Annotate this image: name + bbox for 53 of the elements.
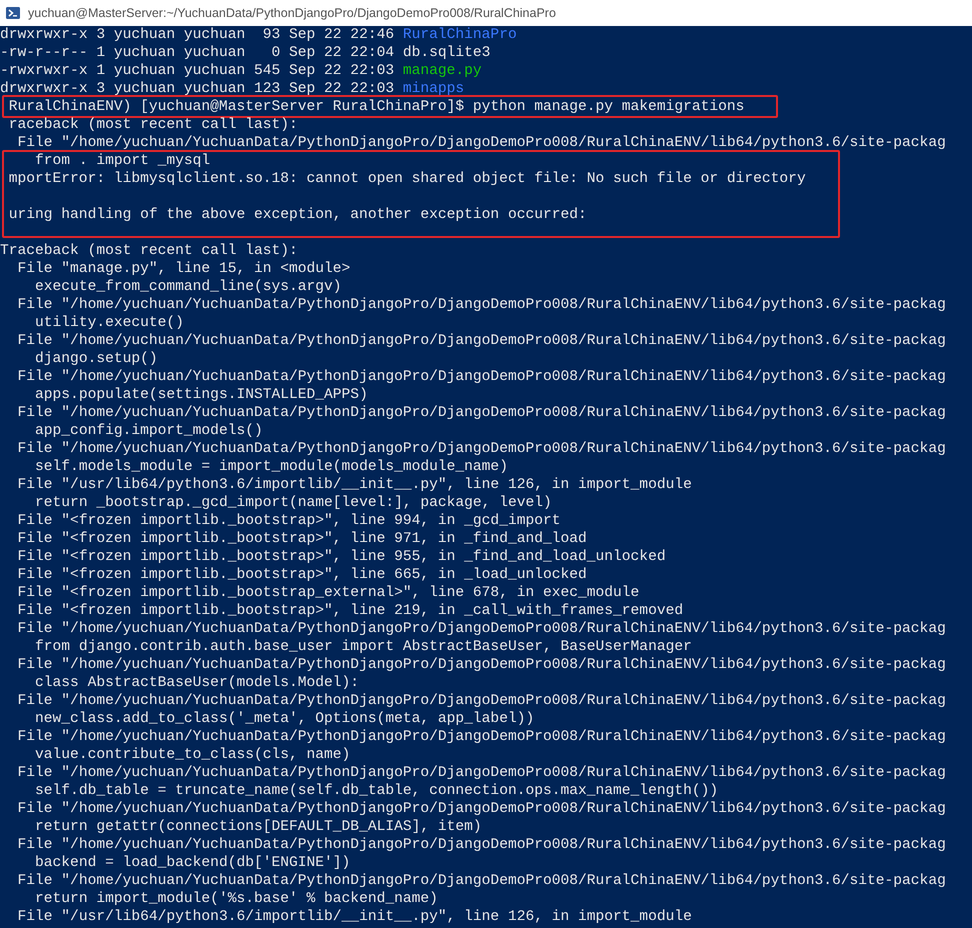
terminal-text: File "/home/yuchuan/YuchuanData/PythonDjangoPro/DjangoDemoPro008/RuralChinaENV/lib64/python3.6/site-packag [16,135,946,151]
terminal-text: File "/usr/lib64/python3.6/importlib/__init__.py", line 126, in import_module [16,477,692,493]
terminal-text: return _bootstrap._gcd_import(name[level:], package, level) [34,495,552,511]
terminal-text: File "/home/yuchuan/YuchuanData/PythonDjangoPro/DjangoDemoPro008/RuralChinaENV/lib64/python3.6/site-packag [16,873,946,889]
terminal-text: apps.populate(settings.INSTALLED_APPS) [34,387,368,403]
terminal-text: value.contribute_to_class(cls, name) [34,747,350,763]
terminal-text: Traceback (most recent call last): [0,243,298,259]
terminal-text: File "<frozen importlib._bootstrap>", line 219, in _call_with_frames_removed [16,603,684,619]
terminal-text: File "/home/yuchuan/YuchuanData/PythonDjangoPro/DjangoDemoPro008/RuralChinaENV/lib64/python3.6/site-packag [16,405,946,421]
terminal-text: self.db_table = truncate_name(self.db_table, connection.ops.max_name_length()) [34,783,718,799]
terminal-text: class AbstractBaseUser(models.Model): [34,675,360,691]
terminal-text: File "/home/yuchuan/YuchuanData/PythonDjangoPro/DjangoDemoPro008/RuralChinaENV/lib64/python3.6/site-packag [16,729,946,745]
terminal-text: File "/home/yuchuan/YuchuanData/PythonDjangoPro/DjangoDemoPro008/RuralChinaENV/lib64/python3.6/site-packag [16,693,946,709]
terminal-text: django.setup() [34,351,158,367]
terminal-text: File "manage.py", line 15, in <module> [16,261,350,277]
terminal-text: File "/home/yuchuan/YuchuanData/PythonDjangoPro/DjangoDemoPro008/RuralChinaENV/lib64/python3.6/site-packag [16,441,946,457]
terminal-icon [6,6,20,20]
terminal-text: execute_from_command_line(sys.argv) [34,279,342,295]
terminal-text: utility.execute() [34,315,184,331]
terminal-text: File "<frozen importlib._bootstrap>", line 971, in _find_and_load [16,531,587,547]
terminal-text: -rwxrwxr-x 1 yuchuan yuchuan 545 Sep 22 22:03 [0,63,396,79]
terminal-text: app_config.import_models() [34,423,263,439]
terminal-text: from . import _mysql [34,153,210,169]
terminal-text: File "/home/yuchuan/YuchuanData/PythonDjangoPro/DjangoDemoPro008/RuralChinaENV/lib64/python3.6/site-packag [16,837,946,853]
file-name: RuralChinaPro [402,27,517,43]
terminal-text: File "/home/yuchuan/YuchuanData/PythonDjangoPro/DjangoDemoPro008/RuralChinaENV/lib64/python3.6/site-packag [16,621,946,637]
terminal-text: File "/home/yuchuan/YuchuanData/PythonDjangoPro/DjangoDemoPro008/RuralChinaENV/lib64/python3.6/site-packag [16,801,946,817]
terminal-text: File "/home/yuchuan/YuchuanData/PythonDjangoPro/DjangoDemoPro008/RuralChinaENV/lib64/python3.6/site-packag [16,297,946,313]
terminal-text: RuralChinaENV) [yuchuan@MasterServer RuralChinaPro]$ python manage.py makemigrations [8,99,744,115]
terminal-text: File "/home/yuchuan/YuchuanData/PythonDjangoPro/DjangoDemoPro008/RuralChinaENV/lib64/python3.6/site-packag [16,657,946,673]
file-name: minapps [402,81,464,97]
terminal-text: File "<frozen importlib._bootstrap_external>", line 678, in exec_module [16,585,640,601]
terminal-text: File "<frozen importlib._bootstrap>", line 665, in _load_unlocked [16,567,587,583]
terminal-text: File "<frozen importlib._bootstrap>", line 955, in _find_and_load_unlocked [16,549,666,565]
terminal-text: return import_module('%s.base' % backend_name) [34,891,438,907]
terminal-text: mportError: libmysqlclient.so.18: cannot open shared object file: No such file or directory [8,171,806,187]
terminal-text: uring handling of the above exception, another exception occurred: [8,207,587,223]
terminal-text: File "/home/yuchuan/YuchuanData/PythonDjangoPro/DjangoDemoPro008/RuralChinaENV/lib64/python3.6/site-packag [16,765,946,781]
terminal-text: drwxrwxr-x 3 yuchuan yuchuan 93 Sep 22 22:46 [0,27,396,43]
terminal-text: return getattr(connections[DEFAULT_DB_ALIAS], item) [34,819,482,835]
terminal-text: File "<frozen importlib._bootstrap>", line 994, in _gcd_import [16,513,560,529]
terminal-text: from django.contrib.auth.base_user import AbstractBaseUser, BaseUserManager [34,639,692,655]
terminal-text: new_class.add_to_class('_meta', Options(meta, app_label)) [34,711,534,727]
terminal-text: -rw-r--r-- 1 yuchuan yuchuan 0 Sep 22 22:04 db.sqlite3 [0,45,490,61]
terminal-text: self.models_module = import_module(models_module_name) [34,459,508,475]
terminal-text: File "/home/yuchuan/YuchuanData/PythonDjangoPro/DjangoDemoPro008/RuralChinaENV/lib64/python3.6/site-packag [16,369,946,385]
terminal-text: File "/home/yuchuan/YuchuanData/PythonDjangoPro/DjangoDemoPro008/RuralChinaENV/lib64/python3.6/site-packag [16,333,946,349]
terminal-text: raceback (most recent call last): [8,117,298,133]
file-name: manage.py [402,63,482,79]
terminal-text: File "/usr/lib64/python3.6/importlib/__init__.py", line 126, in import_module [16,909,692,925]
terminal-text: drwxrwxr-x 3 yuchuan yuchuan 123 Sep 22 22:03 [0,81,396,97]
terminal-text: backend = load_backend(db['ENGINE']) [34,855,350,871]
window-title: yuchuan@MasterServer:~/YuchuanData/PythonDjangoPro/DjangoDemoPro008/RuralChinaPro [28,4,556,22]
